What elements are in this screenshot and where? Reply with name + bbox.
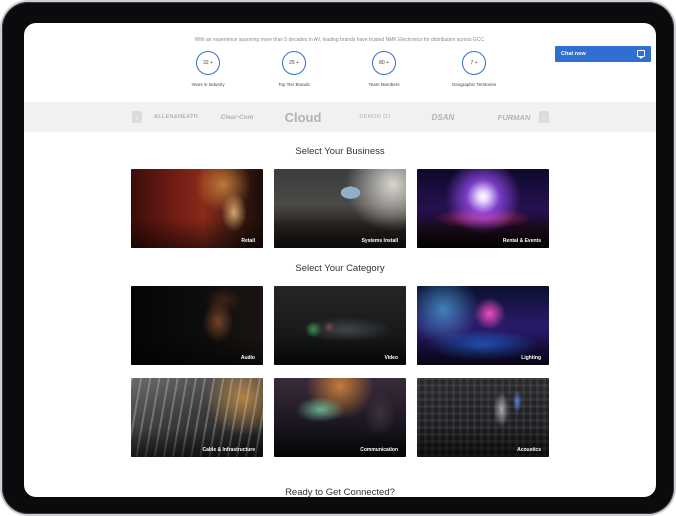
chevron-left-icon: ‹: [135, 112, 139, 122]
business-card-rental-events[interactable]: Rental & Events: [417, 169, 549, 248]
brand-logo-denon-dj[interactable]: DENON DJ: [350, 102, 400, 132]
business-section-title: Select Your Business: [295, 146, 385, 157]
card-label: Video: [384, 355, 398, 361]
chat-bubble-icon: [637, 50, 645, 59]
business-card-retail[interactable]: Retail: [131, 169, 263, 248]
category-card-cable-infrastructure[interactable]: Cable & Infrastructure: [131, 378, 263, 457]
stat-value: 25 +: [282, 51, 306, 75]
intro-text: With an experience spanning more than 5 …: [194, 37, 486, 43]
card-label: Lighting: [521, 355, 541, 361]
card-label: Communication: [360, 447, 398, 453]
category-card-communication[interactable]: Communication: [274, 378, 406, 457]
brand-logo-clear-com[interactable]: Clear-Com: [210, 102, 264, 132]
category-card-video[interactable]: Video: [274, 286, 406, 365]
carousel-next-button[interactable]: ›: [539, 111, 549, 123]
chevron-right-icon: ›: [542, 112, 546, 122]
stat-label: Years in Industry: [191, 82, 225, 87]
category-card-lighting[interactable]: Lighting: [417, 286, 549, 365]
web-page: With an experience spanning more than 5 …: [24, 23, 656, 497]
stat-value: 7 +: [462, 51, 486, 75]
stat-label: Top Tier Brands: [278, 82, 310, 87]
stat-team: 80 + Team Members: [344, 51, 424, 87]
brand-logo-cloud[interactable]: Cloud: [278, 102, 328, 132]
brand-logo-furman[interactable]: FURMAN: [488, 102, 540, 132]
tablet-frame: With an experience spanning more than 5 …: [2, 2, 674, 514]
card-label: Audio: [240, 355, 255, 361]
category-section-title: Select Your Category: [295, 263, 385, 274]
card-label: Retail: [241, 238, 255, 244]
category-card-acoustics[interactable]: Acoustics: [417, 378, 549, 457]
brand-logo-allen-heath[interactable]: ALLEN&HEATH: [146, 102, 206, 132]
stat-value: 32 +: [196, 51, 220, 75]
stat-label: Team Members: [368, 82, 400, 87]
cta-heading: Ready to Get Connected?: [285, 487, 395, 497]
brand-carousel: ‹ ALLEN&HEATH Clear-Com Cloud DENON DJ D…: [24, 102, 656, 132]
brand-logo-dsan[interactable]: DSAN: [418, 102, 468, 132]
stat-brands: 25 + Top Tier Brands: [254, 51, 334, 87]
card-label: Cable & Infrastructure: [202, 447, 255, 453]
business-card-systems-install[interactable]: Systems Install: [274, 169, 406, 248]
stat-label: Geographic Territories: [451, 82, 497, 87]
stat-value: 80 +: [372, 51, 396, 75]
stat-years: 32 + Years in Industry: [168, 51, 248, 87]
card-label: Acoustics: [517, 447, 541, 453]
chat-now-button[interactable]: Chat now: [555, 46, 651, 62]
chat-label: Chat now: [561, 51, 586, 57]
stat-territories: 7 + Geographic Territories: [434, 51, 514, 87]
card-label: Rental & Events: [502, 238, 541, 244]
carousel-prev-button[interactable]: ‹: [132, 111, 142, 123]
card-label: Systems Install: [361, 238, 398, 244]
category-card-audio[interactable]: Audio: [131, 286, 263, 365]
